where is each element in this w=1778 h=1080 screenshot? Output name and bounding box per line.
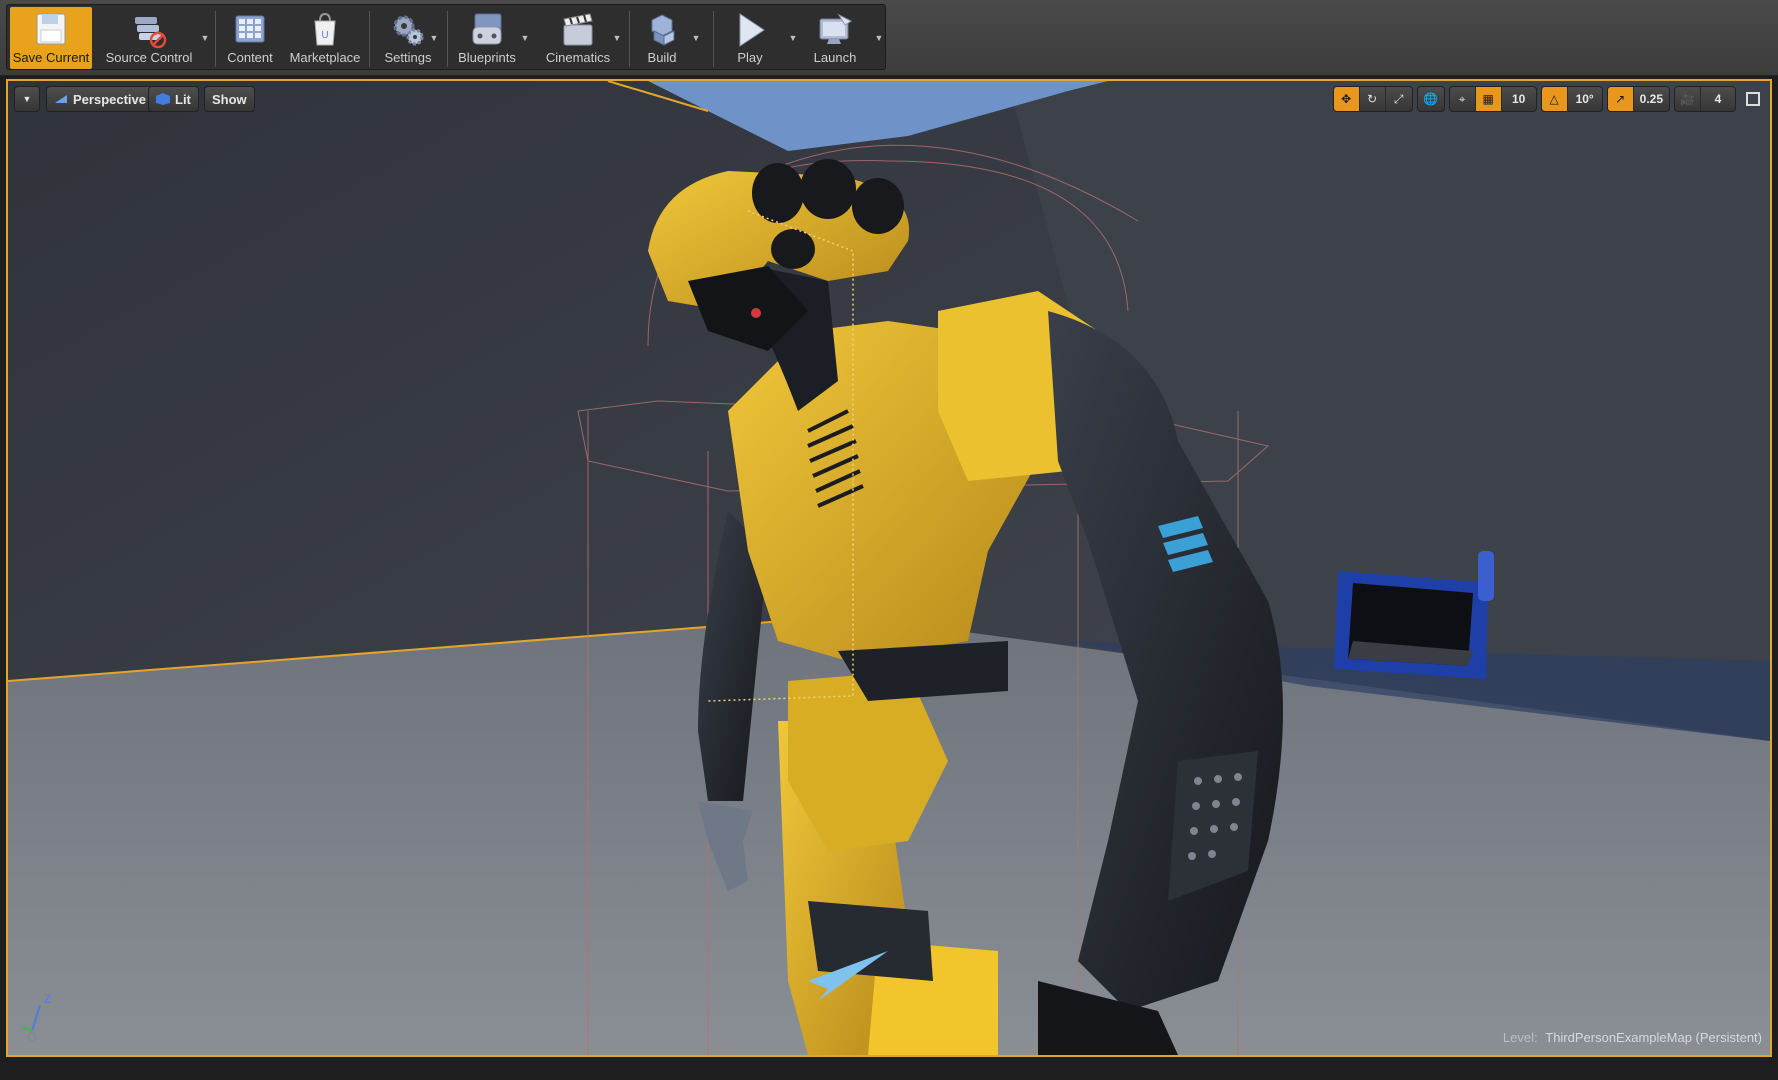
z-axis-label: Z [44, 992, 51, 1006]
launch-dropdown-arrow[interactable]: ▼ [872, 7, 886, 69]
scale-mode-icon[interactable]: ⤢ [1386, 87, 1412, 111]
maximize-viewport-icon[interactable] [1746, 92, 1760, 106]
perspective-camera-icon [55, 95, 67, 103]
cinematics-button[interactable]: Cinematics [535, 7, 621, 69]
grid-snap-icon[interactable]: ▦ [1475, 87, 1502, 111]
world-space-icon[interactable]: 🌐 [1418, 87, 1444, 111]
lit-mode-button[interactable]: Lit [148, 86, 199, 112]
marketplace-label: Marketplace [289, 50, 361, 65]
level-name: ThirdPersonExampleMap (Persistent) [1545, 1030, 1762, 1045]
source-control-dropdown-arrow[interactable]: ▼ [198, 7, 212, 69]
toolbar-button-group: Save Current Source Control ▼ Content U … [6, 4, 886, 70]
content-label: Content [227, 50, 273, 65]
save-current-label: Save Current [12, 50, 90, 65]
coordinate-space-group: 🌐 [1416, 86, 1445, 112]
play-label: Play [737, 50, 763, 65]
toolbar-separator [713, 11, 714, 67]
build-label: Build [647, 50, 677, 65]
source-control-button[interactable]: Source Control [99, 7, 199, 69]
translate-mode-icon[interactable]: ✥ [1333, 87, 1360, 111]
content-browser-icon [235, 15, 265, 43]
camera-speed-group: 🎥 4 [1674, 86, 1736, 112]
blueprints-gamepad-icon [472, 13, 502, 45]
scene-render[interactable] [8, 81, 1770, 1055]
chevron-down-icon: ▼ [22, 94, 32, 104]
toolbar-separator [215, 11, 216, 67]
clapperboard-icon [563, 13, 593, 46]
camera-speed-value[interactable]: 4 [1701, 87, 1735, 111]
build-button[interactable]: Build [633, 7, 691, 69]
perspective-button[interactable]: Perspective [46, 86, 154, 112]
scale-snap-icon[interactable]: ↗ [1607, 87, 1634, 111]
source-control-label: Source Control [105, 50, 193, 65]
build-dropdown-arrow[interactable]: ▼ [689, 7, 703, 69]
rotation-snap-value[interactable]: 10° [1568, 87, 1602, 111]
lit-label: Lit [175, 91, 191, 107]
marketplace-button[interactable]: U Marketplace [283, 7, 367, 69]
source-control-icon [135, 17, 167, 49]
settings-gears-icon [393, 15, 424, 46]
toolbar-separator [447, 11, 448, 67]
launch-icon [819, 13, 852, 44]
cinematics-dropdown-arrow[interactable]: ▼ [610, 7, 624, 69]
play-button[interactable]: Play [719, 7, 781, 69]
camera-speed-icon[interactable]: 🎥 [1675, 87, 1701, 111]
toolbar-separator [629, 11, 630, 67]
settings-dropdown-arrow[interactable]: ▼ [427, 7, 441, 69]
blueprints-label: Blueprints [458, 50, 516, 65]
bottom-bar [0, 1058, 1778, 1080]
launch-button[interactable]: Launch [803, 7, 867, 69]
launch-label: Launch [813, 50, 857, 65]
play-dropdown-arrow[interactable]: ▼ [786, 7, 800, 69]
rotation-snap-group: △ 10° [1540, 86, 1603, 112]
show-button[interactable]: Show [204, 86, 255, 112]
floppy-disk-icon [36, 13, 66, 45]
transform-tools: ✥ ↻ ⤢ 🌐 ⌖ ▦ 10 △ 10° ↗ 0.25 🎥 4 [1332, 86, 1760, 112]
lit-cube-icon [156, 93, 170, 105]
marketplace-bag-icon: U [314, 12, 336, 46]
content-button[interactable]: Content [219, 7, 281, 69]
level-prefix: Level: [1502, 1030, 1538, 1045]
play-icon [739, 13, 765, 47]
perspective-label: Perspective [73, 91, 146, 107]
transform-mode-group: ✥ ↻ ⤢ [1332, 86, 1413, 112]
show-label: Show [212, 91, 247, 107]
toolbar-separator [369, 11, 370, 67]
rotate-mode-icon[interactable]: ↻ [1360, 87, 1386, 111]
axis-gizmo: Z [21, 992, 51, 1042]
current-level-label: Level: ThirdPersonExampleMap (Persistent… [1503, 1030, 1762, 1045]
cinematics-label: Cinematics [545, 50, 611, 65]
blueprints-button[interactable]: Blueprints [451, 7, 523, 69]
scale-snap-group: ↗ 0.25 [1606, 86, 1670, 112]
grid-snap-value[interactable]: 10 [1502, 87, 1536, 111]
scale-snap-value[interactable]: 0.25 [1634, 87, 1669, 111]
main-toolbar: Save Current Source Control ▼ Content U … [0, 0, 1778, 76]
save-current-button[interactable]: Save Current [10, 7, 92, 69]
grid-snap-group: ⌖ ▦ 10 [1448, 86, 1537, 112]
viewport-options-button[interactable]: ▼ [14, 86, 40, 112]
svg-text:U: U [321, 30, 328, 41]
build-cubes-icon [651, 14, 675, 46]
settings-label: Settings [384, 50, 432, 65]
surface-snap-icon[interactable]: ⌖ [1450, 87, 1476, 111]
level-viewport[interactable]: ▼ Perspective Lit Show ✥ ↻ ⤢ 🌐 ⌖ ▦ 10 △ … [6, 79, 1772, 1057]
blueprints-dropdown-arrow[interactable]: ▼ [518, 7, 532, 69]
rotation-snap-icon[interactable]: △ [1541, 87, 1568, 111]
